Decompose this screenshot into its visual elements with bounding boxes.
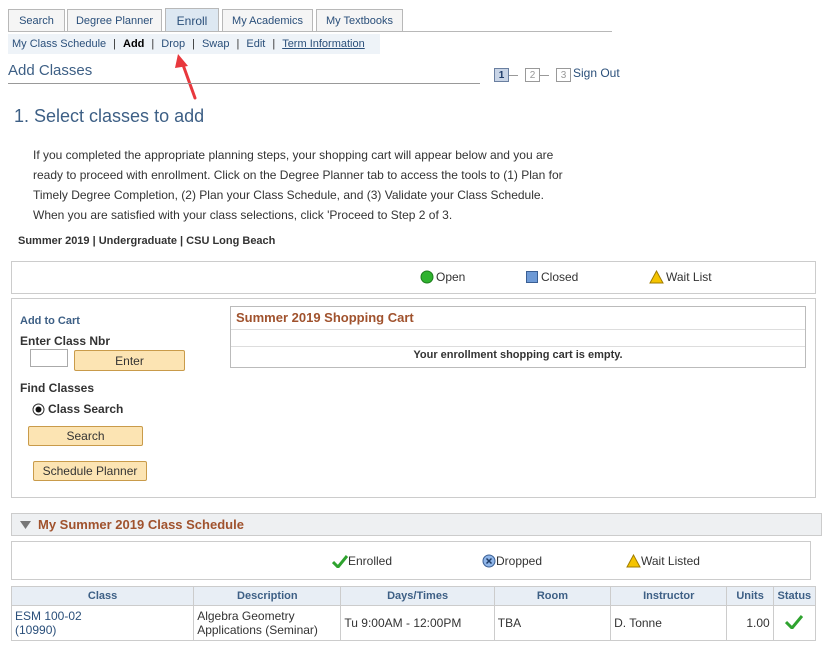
legend-open: Open	[420, 270, 465, 284]
column-header: Days/Times	[340, 586, 495, 606]
class-status-legend: Open Closed Wait List	[11, 261, 816, 294]
subnav-swap[interactable]: Swap	[202, 38, 230, 50]
legend-wait-list: Wait List	[649, 270, 712, 284]
subnav-edit[interactable]: Edit	[246, 38, 265, 50]
days-times-cell: Tu 9:00AM - 12:00PM	[340, 605, 495, 641]
class-schedule-table: Class Description Days/Times Room Instru…	[10, 586, 817, 641]
sign-out-link[interactable]: Sign Out	[573, 66, 620, 80]
radio-selected-icon[interactable]	[32, 403, 45, 416]
subnav-separator: |	[113, 38, 117, 50]
tab-my-textbooks[interactable]: My Textbooks	[316, 9, 403, 31]
enroll-subnav: My Class Schedule | Add | Drop | Swap | …	[8, 34, 380, 54]
tab-label: Search	[19, 14, 54, 27]
step-2-indicator: 2	[525, 68, 540, 82]
table-header-row: Class Description Days/Times Room Instru…	[10, 586, 817, 606]
shopping-cart-title: Summer 2019 Shopping Cart	[236, 310, 414, 325]
closed-square-icon	[526, 270, 538, 283]
column-header: Instructor	[610, 586, 728, 606]
dropped-x-icon	[482, 554, 496, 568]
room-cell: TBA	[493, 605, 612, 641]
legend-label: Dropped	[496, 554, 543, 568]
table-row: ESM 100-02 (10990) Algebra Geometry Appl…	[10, 605, 817, 641]
subnav-separator: |	[236, 38, 240, 50]
cart-divider	[231, 346, 805, 347]
wait-list-triangle-icon	[649, 270, 664, 284]
schedule-legend: Enrolled Dropped Wait Listed	[11, 541, 811, 580]
class-schedule-header[interactable]: My Summer 2019 Class Schedule	[11, 513, 822, 536]
legend-label: Wait Listed	[641, 554, 700, 568]
step-3-indicator: 3	[556, 68, 571, 82]
legend-label: Enrolled	[348, 554, 393, 568]
enter-class-nbr-label: Enter Class Nbr	[20, 334, 111, 348]
legend-label: Open	[436, 270, 466, 284]
legend-label: Closed	[541, 270, 579, 284]
enrolled-check-icon	[332, 555, 348, 568]
page-title: Add Classes	[8, 62, 93, 79]
collapse-triangle-icon[interactable]	[20, 520, 32, 530]
column-header: Room	[493, 586, 612, 606]
subnav-term-information[interactable]: Term Information	[282, 38, 365, 50]
wait-listed-triangle-icon	[626, 554, 641, 568]
schedule-planner-button[interactable]: Schedule Planner	[33, 461, 147, 481]
open-circle-icon	[420, 270, 434, 284]
legend-label: Wait List	[666, 270, 712, 284]
tab-search[interactable]: Search	[8, 9, 65, 31]
description-cell: Algebra Geometry Applications (Seminar)	[193, 605, 342, 641]
class-number-link[interactable]: (10990)	[15, 623, 190, 637]
step-connector	[540, 75, 549, 76]
column-header: Units	[726, 586, 774, 606]
legend-wait-listed: Wait Listed	[626, 554, 700, 568]
shopping-cart-header: Summer 2019 Shopping Cart	[231, 307, 805, 330]
class-search-option[interactable]: Class Search	[32, 402, 123, 416]
column-header: Class	[10, 586, 195, 606]
find-classes-label: Find Classes	[20, 381, 95, 395]
column-header: Description	[193, 586, 342, 606]
class-cell[interactable]: ESM 100-02 (10990)	[10, 605, 195, 641]
tab-label: My Textbooks	[325, 14, 394, 27]
tab-baseline	[8, 31, 612, 32]
class-schedule-title: My Summer 2019 Class Schedule	[38, 517, 244, 532]
legend-closed: Closed	[526, 270, 578, 284]
subnav-drop[interactable]: Drop	[161, 38, 185, 50]
instructor-cell: D. Tonne	[610, 605, 728, 641]
legend-enrolled: Enrolled	[332, 554, 392, 568]
shopping-cart-panel: Summer 2019 Shopping Cart Your enrollmen…	[230, 306, 806, 368]
title-divider	[8, 83, 480, 84]
enrolled-check-icon	[785, 615, 804, 631]
instructions-text: If you completed the appropriate plannin…	[33, 148, 563, 222]
class-nbr-input[interactable]	[30, 349, 68, 367]
column-header: Status	[772, 586, 817, 606]
units-cell: 1.00	[726, 605, 774, 641]
step-1-indicator: 1	[494, 68, 509, 82]
annotation-arrow-icon	[175, 54, 197, 100]
tab-label: Degree Planner	[75, 14, 154, 27]
subnav-separator: |	[151, 38, 155, 50]
tab-label: Enroll	[176, 13, 208, 28]
class-search-label: Class Search	[48, 402, 124, 416]
tab-my-academics[interactable]: My Academics	[222, 9, 313, 31]
subnav-my-class-schedule[interactable]: My Class Schedule	[12, 38, 106, 50]
add-to-cart-heading: Add to Cart	[20, 315, 80, 327]
legend-dropped: Dropped	[482, 554, 542, 568]
subnav-add[interactable]: Add	[123, 38, 144, 50]
section-heading: 1. Select classes to add	[14, 106, 205, 126]
step-connector	[509, 75, 518, 76]
class-code-link[interactable]: ESM 100-02	[15, 609, 190, 623]
term-line: Summer 2019 | Undergraduate | CSU Long B…	[18, 235, 276, 247]
tab-degree-planner[interactable]: Degree Planner	[67, 9, 162, 31]
status-cell	[772, 605, 817, 641]
search-button[interactable]: Search	[28, 426, 143, 446]
tab-label: My Academics	[232, 14, 303, 27]
enter-button[interactable]: Enter	[74, 350, 185, 371]
subnav-separator: |	[192, 38, 195, 50]
subnav-separator: |	[272, 38, 276, 50]
tab-enroll[interactable]: Enroll	[165, 8, 219, 32]
cart-empty-message: Your enrollment shopping cart is empty.	[413, 349, 623, 361]
